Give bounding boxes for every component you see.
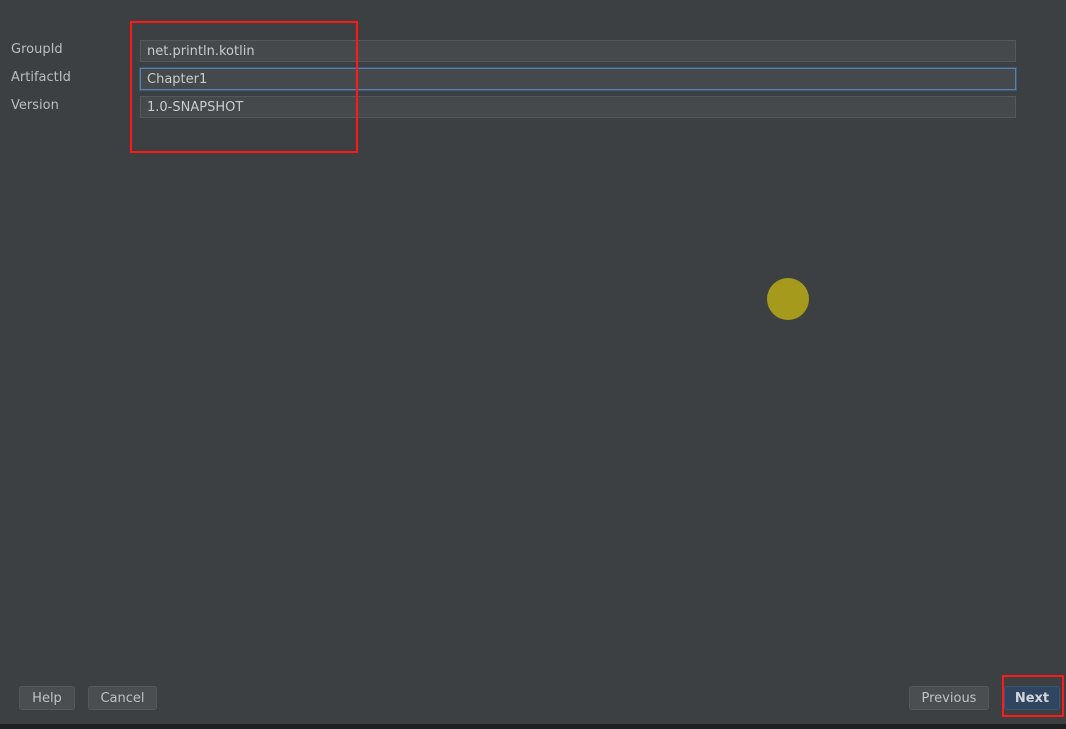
click-indicator	[767, 278, 809, 320]
groupid-label: GroupId	[11, 42, 63, 57]
artifactid-label: ArtifactId	[11, 70, 71, 85]
groupid-input[interactable]	[140, 40, 1016, 62]
bottom-bar	[0, 724, 1066, 729]
previous-button[interactable]: Previous	[909, 686, 989, 710]
version-label: Version	[11, 98, 59, 113]
help-button[interactable]: Help	[19, 686, 75, 710]
cancel-button[interactable]: Cancel	[88, 686, 157, 710]
version-input[interactable]	[140, 96, 1016, 118]
artifactid-input[interactable]	[140, 68, 1016, 90]
next-button[interactable]: Next	[1004, 686, 1060, 710]
